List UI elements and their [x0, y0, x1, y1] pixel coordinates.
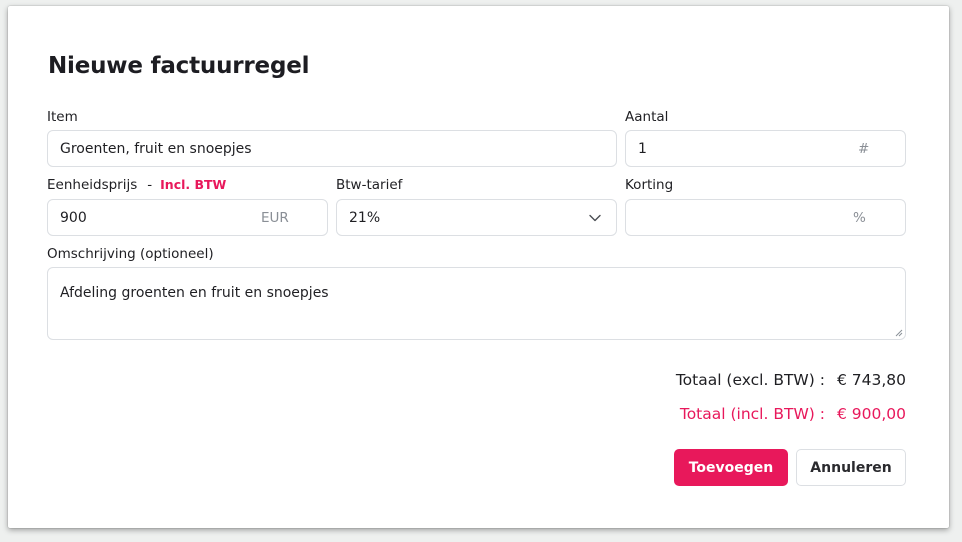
discount-input[interactable]: % [625, 199, 906, 236]
item-input-value: Groenten, fruit en snoepjes [60, 141, 252, 157]
add-button[interactable]: Toevoegen [674, 449, 788, 486]
item-input[interactable]: Groenten, fruit en snoepjes [47, 130, 617, 167]
discount-label: Korting [625, 177, 674, 193]
vat-rate-label: Btw-tarief [336, 177, 403, 193]
total-incl-amount: € 900,00 [836, 405, 906, 423]
description-value: Afdeling groenten en fruit en snoepjes [60, 285, 329, 301]
unit-price-mode-toggle[interactable]: Incl. BTW [160, 177, 226, 192]
total-incl-label: Totaal (incl. BTW) : [679, 405, 825, 423]
total-excl-vat: Totaal (excl. BTW) : € 743,80 [676, 371, 906, 389]
total-excl-label: Totaal (excl. BTW) : [675, 371, 825, 389]
total-excl-amount: € 743,80 [836, 371, 906, 389]
invoice-line-dialog: Nieuwe factuurregel Item Groenten, fruit… [8, 6, 949, 528]
vat-rate-select[interactable]: 21% [336, 199, 617, 236]
currency-suffix: EUR [261, 210, 289, 226]
unit-price-label: Eenheidsprijs - Incl. BTW [47, 177, 226, 193]
cancel-button[interactable]: Annuleren [796, 449, 906, 486]
quantity-suffix: # [858, 141, 870, 157]
unit-price-input[interactable]: 900 EUR [47, 199, 328, 236]
description-textarea[interactable]: Afdeling groenten en fruit en snoepjes [47, 267, 906, 340]
unit-price-label-text: Eenheidsprijs [47, 177, 138, 193]
vat-rate-value: 21% [349, 210, 381, 226]
unit-price-separator: - [147, 177, 153, 193]
total-incl-vat: Totaal (incl. BTW) : € 900,00 [680, 405, 906, 423]
chevron-down-icon [589, 214, 601, 222]
unit-price-input-value: 900 [60, 210, 87, 226]
discount-suffix: % [853, 210, 866, 226]
item-label: Item [47, 109, 78, 125]
quantity-input[interactable]: 1 # [625, 130, 906, 167]
resize-handle-icon[interactable] [895, 329, 903, 337]
quantity-input-value: 1 [638, 141, 647, 157]
description-label: Omschrijving (optioneel) [47, 246, 214, 262]
quantity-label: Aantal [625, 109, 669, 125]
dialog-title: Nieuwe factuurregel [48, 53, 310, 79]
